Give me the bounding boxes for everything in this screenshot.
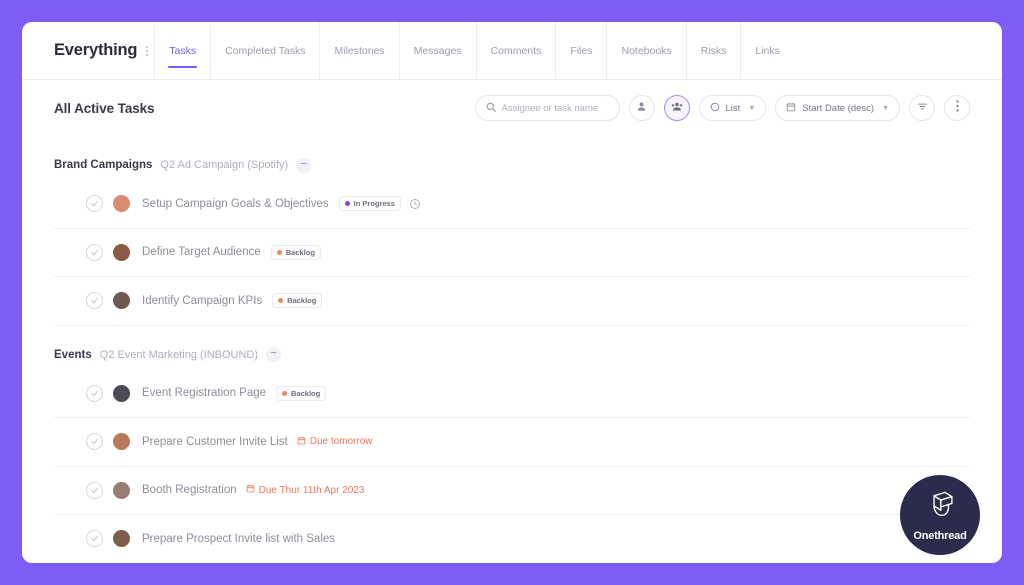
task-title: Define Target Audience	[142, 246, 261, 258]
toolbar-controls: List ▼ Start Date (desc) ▼	[475, 95, 970, 121]
tab-completed-tasks[interactable]: Completed Tasks	[210, 22, 319, 80]
clock-icon[interactable]	[409, 198, 421, 210]
task-complete-checkbox[interactable]	[86, 195, 103, 212]
task-row[interactable]: Prepare Customer Invite List Due tomorrow	[54, 418, 970, 467]
task-complete-checkbox[interactable]	[86, 292, 103, 309]
tab-messages[interactable]: Messages	[399, 22, 476, 80]
assignee-filter-button[interactable]	[629, 95, 655, 121]
due-date-label: Due tomorrow	[310, 436, 373, 447]
task-row[interactable]: Setup Campaign Goals & Objectives In Prog…	[54, 180, 970, 229]
avatar	[113, 244, 130, 261]
onethread-logo: Onethread	[900, 475, 980, 555]
group-view-button[interactable]	[664, 95, 690, 121]
task-title: Event Registration Page	[142, 387, 266, 399]
view-mode-label: List	[726, 103, 741, 114]
filter-icon	[917, 99, 928, 117]
tab-files[interactable]: Files	[555, 22, 606, 80]
status-badge: In Progress	[339, 196, 401, 211]
task-row[interactable]: Booth Registration Due Thur 11th Apr 2023	[54, 467, 970, 516]
search-box[interactable]	[475, 95, 620, 121]
person-icon	[636, 99, 647, 117]
task-title: Prepare Customer Invite List	[142, 436, 288, 448]
due-date-label: Due Thur 11th Apr 2023	[259, 485, 365, 496]
sort-label: Start Date (desc)	[802, 103, 874, 114]
search-input[interactable]	[502, 103, 609, 114]
tab-links[interactable]: Links	[740, 22, 794, 80]
kebab-menu-icon	[956, 99, 959, 117]
task-row[interactable]: Define Target Audience Backlog	[54, 229, 970, 278]
onethread-cube-icon	[923, 489, 957, 528]
status-badge: Backlog	[276, 386, 326, 401]
group-header: Brand Campaigns Q2 Ad Campaign (Spotify)−	[54, 150, 970, 180]
task-complete-checkbox[interactable]	[86, 530, 103, 547]
task-row[interactable]: Prepare Prospect Invite list with Sales	[54, 515, 970, 563]
status-badge-label: In Progress	[354, 199, 395, 208]
calendar-icon	[246, 484, 255, 496]
task-title: Identify Campaign KPIs	[142, 295, 262, 307]
page-title: Everything	[54, 41, 137, 60]
collapse-group-button[interactable]: −	[266, 347, 281, 362]
tab-comments[interactable]: Comments	[476, 22, 556, 80]
search-icon	[486, 99, 496, 117]
sort-selector[interactable]: Start Date (desc) ▼	[775, 95, 900, 121]
group-subtitle: Q2 Event Marketing (INBOUND)	[100, 349, 258, 361]
task-complete-checkbox[interactable]	[86, 385, 103, 402]
tab-risks[interactable]: Risks	[686, 22, 741, 80]
tab-notebooks[interactable]: Notebooks	[606, 22, 685, 80]
task-row[interactable]: Identify Campaign KPIs Backlog	[54, 277, 970, 326]
status-dot-icon	[282, 391, 287, 396]
status-badge-label: Backlog	[291, 389, 320, 398]
avatar	[113, 482, 130, 499]
task-complete-checkbox[interactable]	[86, 433, 103, 450]
task-title: Booth Registration	[142, 484, 237, 496]
due-date: Due tomorrow	[297, 436, 373, 448]
collapse-group-button[interactable]: −	[296, 158, 311, 173]
task-title: Setup Campaign Goals & Objectives	[142, 198, 329, 210]
group-name: Events	[54, 349, 92, 361]
more-options-button[interactable]	[944, 95, 970, 121]
view-mode-selector[interactable]: List ▼	[699, 95, 767, 121]
status-badge: Backlog	[271, 245, 321, 260]
task-groups: Brand CampaignsQ2 Ad Campaign (Spotify)−…	[22, 136, 1002, 563]
avatar	[113, 433, 130, 450]
calendar-icon	[786, 102, 796, 115]
group-icon	[671, 99, 683, 117]
tab-tasks[interactable]: Tasks	[154, 22, 210, 80]
status-badge-label: Backlog	[287, 296, 316, 305]
group-subtitle: Q2 Ad Campaign (Spotify)	[160, 159, 288, 171]
status-badge-label: Backlog	[286, 248, 315, 257]
group-header: Events Q2 Event Marketing (INBOUND)−	[54, 340, 970, 370]
app-window: Everything TasksCompleted TasksMilestone…	[22, 22, 1002, 563]
status-badge: Backlog	[272, 293, 322, 308]
group-name: Brand Campaigns	[54, 159, 152, 171]
calendar-icon	[297, 436, 306, 448]
status-dot-icon	[345, 201, 350, 206]
avatar	[113, 530, 130, 547]
chevron-down-icon: ▼	[882, 105, 889, 112]
tab-list: TasksCompleted TasksMilestonesMessagesCo…	[154, 22, 794, 80]
page-title-menu-icon[interactable]	[146, 46, 148, 56]
filter-button[interactable]	[909, 95, 935, 121]
list-circle-icon	[710, 102, 720, 115]
task-title: Prepare Prospect Invite list with Sales	[142, 533, 335, 545]
task-row[interactable]: Event Registration Page Backlog	[54, 370, 970, 419]
tab-milestones[interactable]: Milestones	[319, 22, 398, 80]
status-dot-icon	[278, 298, 283, 303]
section-title: All Active Tasks	[54, 101, 154, 116]
task-complete-checkbox[interactable]	[86, 244, 103, 261]
logo-text: Onethread	[913, 530, 966, 542]
avatar	[113, 292, 130, 309]
avatar	[113, 195, 130, 212]
chevron-down-icon: ▼	[748, 105, 755, 112]
avatar	[113, 385, 130, 402]
status-dot-icon	[277, 250, 282, 255]
due-date: Due Thur 11th Apr 2023	[246, 484, 365, 496]
top-tab-bar: Everything TasksCompleted TasksMilestone…	[22, 22, 1002, 80]
task-complete-checkbox[interactable]	[86, 482, 103, 499]
list-toolbar: All Active Tasks	[22, 80, 1002, 136]
